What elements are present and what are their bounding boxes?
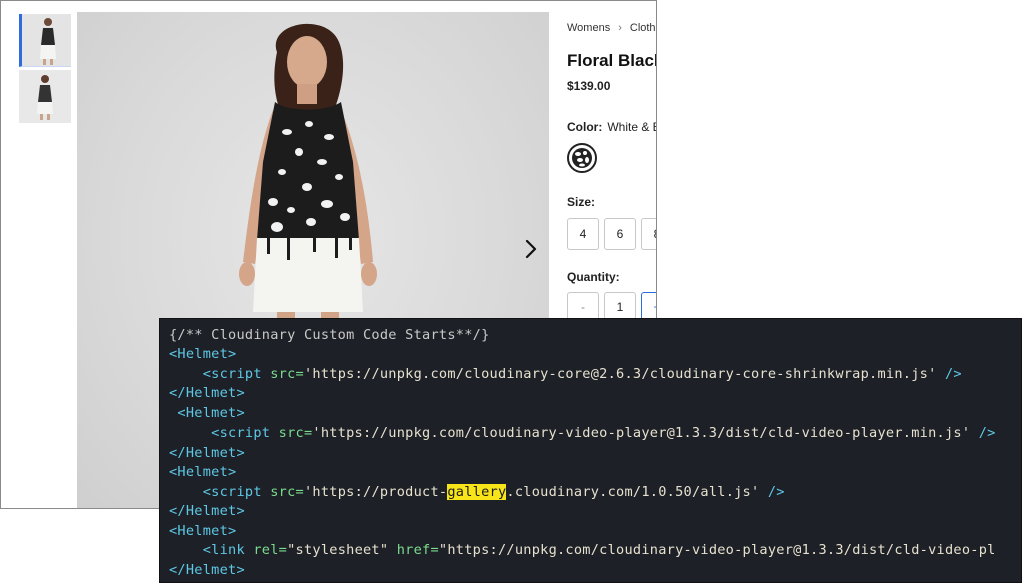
quantity-label: Quantity: <box>567 270 620 284</box>
dress-back-thumbnail-image <box>19 70 71 123</box>
color-swatch-white-black[interactable] <box>567 143 597 173</box>
code-line: </Helmet> <box>169 385 245 401</box>
size-option-4[interactable]: 4 <box>567 218 599 250</box>
breadcrumb: Womens › Clothi <box>567 22 656 34</box>
code-line: <link rel="stylesheet" href="https://unp… <box>202 542 996 558</box>
code-line: <Helmet> <box>169 464 237 480</box>
color-label: Color: <box>567 120 603 134</box>
code-line: </Helmet> <box>169 445 245 461</box>
code-line: <Helmet> <box>169 523 237 539</box>
chevron-right-icon: › <box>618 22 622 34</box>
code-line: <Helmet> <box>169 405 245 421</box>
size-option-6[interactable]: 6 <box>604 218 636 250</box>
code-line-comment: {/** Cloudinary Custom Code Starts**/} <box>169 327 490 343</box>
thumbnail-back[interactable] <box>19 70 71 123</box>
size-option-8[interactable]: 8 <box>641 218 656 250</box>
code-snippet-panel: {/** Cloudinary Custom Code Starts**/} <… <box>159 318 1022 583</box>
breadcrumb-item-clothing[interactable]: Clothi <box>630 22 656 34</box>
code-line: </Helmet> <box>169 503 245 519</box>
code-line: <script src='https://unpkg.com/cloudinar… <box>211 425 996 441</box>
product-title: Floral Black <box>567 51 657 70</box>
breadcrumb-item-womens[interactable]: Womens <box>567 22 610 34</box>
code-line: <script src='https://unpkg.com/cloudinar… <box>202 366 962 382</box>
thumbnail-front[interactable] <box>19 14 71 67</box>
code-line: <Helmet> <box>169 346 237 362</box>
search-highlight: gallery <box>447 484 507 500</box>
code-line: <script src='https://product-gallery.clo… <box>202 484 785 500</box>
color-value: White & B <box>607 120 657 134</box>
dress-thumbnail-image <box>22 14 71 66</box>
size-label: Size: <box>567 195 596 209</box>
color-row: Color: White & B <box>567 120 657 134</box>
product-price: $139.00 <box>567 79 611 93</box>
chevron-right-icon[interactable] <box>521 237 541 261</box>
code-line: </Helmet> <box>169 562 245 578</box>
floral-pattern-icon <box>572 148 592 168</box>
